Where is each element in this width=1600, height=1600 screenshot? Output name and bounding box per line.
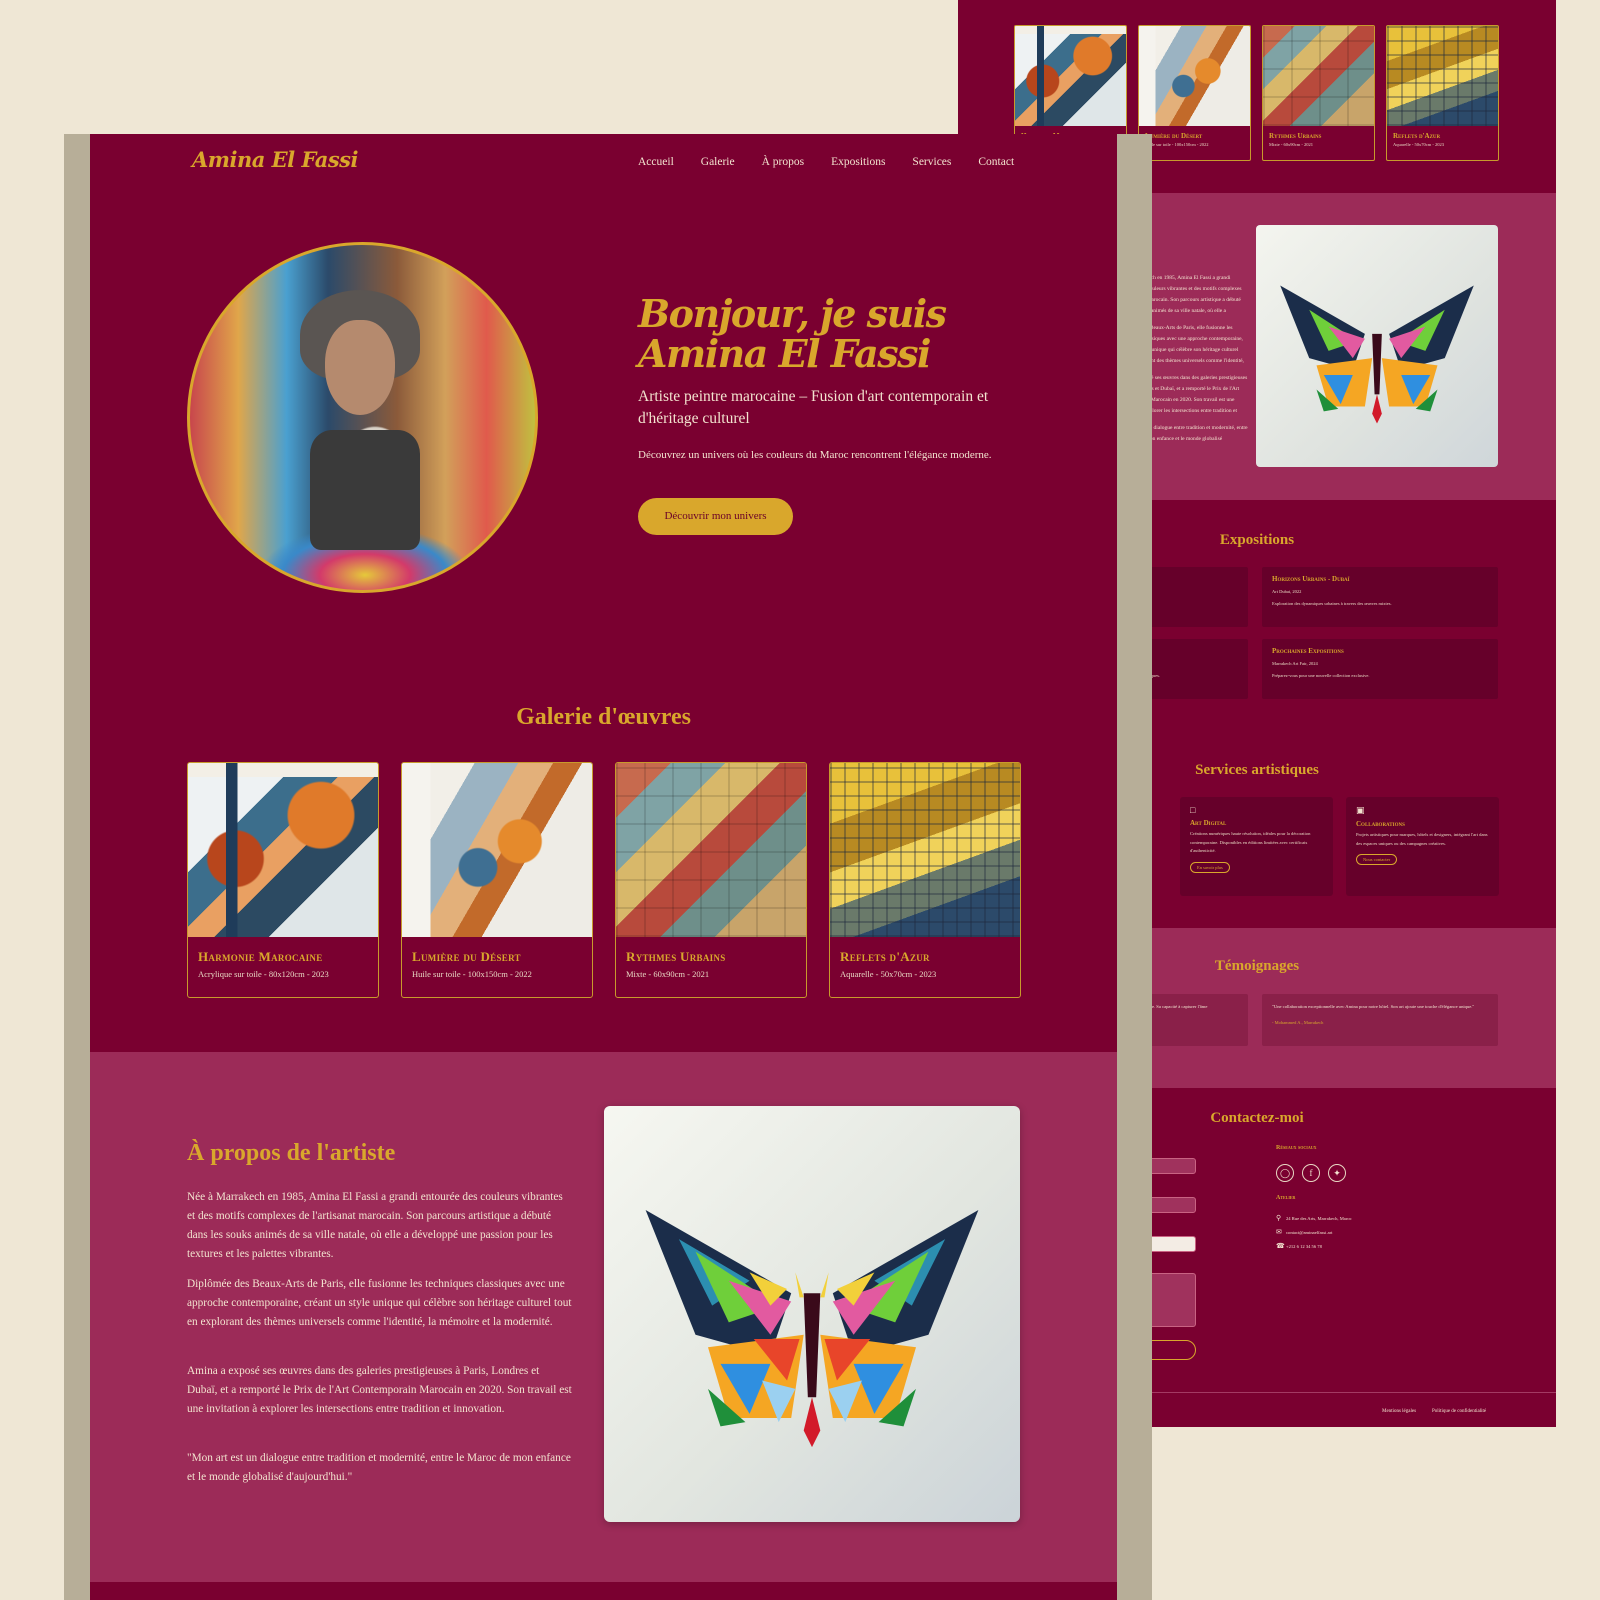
main-nav: Accueil Galerie À propos Expositions Ser… (638, 156, 1014, 168)
artwork-meta: Mixte - 60x90cm - 2021 (626, 969, 710, 979)
artwork-title: Reflets d'Azur (1393, 132, 1441, 140)
about-paragraph: Amina a exposé ses œuvres dans des galer… (187, 1365, 572, 1415)
gallery-card[interactable]: Harmonie Marocaine Acrylique sur toile -… (187, 762, 379, 998)
about-quote: "Mon art est un dialogue entre tradition… (187, 1452, 571, 1483)
atelier-label: Atelier (1276, 1195, 1296, 1201)
exposition-card: Horizons Urbains - Dubaï Art Dubai, 2022… (1262, 567, 1498, 627)
portrait-apron (310, 430, 420, 550)
site-logo[interactable]: Amina El Fassi (192, 147, 358, 172)
artwork-image (402, 763, 592, 937)
gallery-title: Galerie d'œuvres (516, 704, 691, 730)
artwork-meta: Huile sur toile - 100x150cm - 2022 (1145, 142, 1209, 147)
artwork-meta: Aquarelle - 50x70cm - 2023 (840, 969, 937, 979)
gallery-card[interactable]: Rythmes Urbains Mixte - 60x90cm - 2021 (615, 762, 807, 998)
artwork-title: Lumière du Désert (1145, 132, 1203, 140)
about-paragraph: Diplômée des Beaux-Arts de Paris, elle f… (187, 1278, 572, 1328)
location-icon: ⚲ (1276, 1214, 1282, 1222)
privacy-link[interactable]: Politique de confidentialité (1432, 1409, 1486, 1414)
facebook-icon[interactable]: f (1302, 1164, 1320, 1182)
artwork-meta: Mixte - 60x90cm - 2021 (1269, 142, 1313, 147)
gallery-card[interactable]: Reflets d'Azur Aquarelle - 50x70cm - 202… (829, 762, 1021, 998)
twitter-icon[interactable]: ✦ (1328, 1164, 1346, 1182)
gallery-card[interactable]: Lumière du Désert Huile sur toile - 100x… (401, 762, 593, 998)
butterfly-icon (645, 1210, 979, 1448)
service-card: ▣ Collaborations Projets artistiques pou… (1346, 797, 1499, 896)
monitor-icon: □ (1190, 805, 1196, 815)
discover-button[interactable]: Découvrir mon univers (638, 498, 793, 535)
artwork-image (830, 763, 1020, 937)
hero-description: Découvrez un univers où les couleurs du … (638, 449, 992, 461)
butterfly-artwork (604, 1106, 1020, 1522)
nav-contact[interactable]: Contact (978, 156, 1014, 168)
artwork-meta: Acrylique sur toile - 80x120cm - 2023 (198, 969, 329, 979)
hero-subtitle: Artiste peintre marocaine – Fusion d'art… (638, 388, 989, 427)
artwork-image (1263, 26, 1374, 126)
artwork-meta: Aquarelle - 50x70cm - 2023 (1393, 142, 1444, 147)
front-page-mockup: Amina El Fassi Accueil Galerie À propos … (90, 134, 1117, 1600)
briefcase-icon: ▣ (1356, 805, 1365, 815)
portrait-face (325, 320, 395, 415)
service-card: □ Art Digital Créations numériques haute… (1180, 797, 1333, 896)
artist-portrait (187, 242, 538, 593)
gallery-card-back[interactable]: Lumière du Désert Huile sur toile - 100x… (1138, 25, 1251, 161)
nav-galerie[interactable]: Galerie (701, 156, 735, 168)
gallery-card-back[interactable]: Reflets d'Azur Aquarelle - 50x70cm - 202… (1386, 25, 1499, 161)
about-title: À propos de l'artiste (187, 1140, 396, 1166)
contact-us-button[interactable]: Nous contacter (1356, 854, 1398, 865)
nav-a-propos[interactable]: À propos (762, 156, 805, 168)
artwork-title: Rythmes Urbains (626, 949, 726, 964)
nav-services[interactable]: Services (912, 156, 951, 168)
artwork-title: Harmonie Marocaine (198, 949, 323, 964)
butterfly-icon (1280, 285, 1474, 424)
gallery-title-back: Galerie d'œuvres (958, 0, 1556, 5)
hero-title: Bonjour, je suis Amina El Fassi (638, 291, 947, 376)
mail-icon: ✉ (1276, 1228, 1282, 1236)
artwork-title: Reflets d'Azur (840, 949, 930, 964)
phone-line: ☎+212 6 12 34 56 78 (1276, 1242, 1322, 1250)
artwork-image (1139, 26, 1250, 126)
butterfly-artwork (1256, 225, 1498, 467)
phone-icon: ☎ (1276, 1242, 1285, 1250)
nav-accueil[interactable]: Accueil (638, 156, 674, 168)
artwork-title: Rythmes Urbains (1269, 132, 1322, 140)
social-label: Réseaux sociaux (1276, 1145, 1317, 1151)
about-section: À propos de l'artiste Née à Marrakech en… (90, 1052, 1117, 1582)
artwork-image (1387, 26, 1498, 126)
testimonial-card: "Une collaboration exceptionnelle avec A… (1262, 994, 1498, 1046)
about-paragraph: Née à Marrakech en 1985, Amina El Fassi … (187, 1191, 563, 1260)
artwork-title: Lumière du Désert (412, 949, 521, 964)
instagram-icon[interactable]: ◯ (1276, 1164, 1294, 1182)
email-line: ✉ contact@aminaelfassi.art (1276, 1228, 1333, 1236)
artwork-image (1015, 26, 1126, 126)
artwork-meta: Huile sur toile - 100x150cm - 2022 (412, 969, 532, 979)
address-line: ⚲ 24 Rue des Arts, Marrakech, Maroc (1276, 1214, 1352, 1222)
artwork-image (616, 763, 806, 937)
artwork-image (188, 763, 378, 937)
gallery-card-back[interactable]: Rythmes Urbains Mixte - 60x90cm - 2021 (1262, 25, 1375, 161)
nav-expositions[interactable]: Expositions (831, 156, 885, 168)
learn-more-button[interactable]: En savoir plus (1190, 861, 1230, 873)
exposition-card: Prochaines Expositions Marrakech Art Fai… (1262, 639, 1498, 699)
legal-link[interactable]: Mentions légales (1382, 1409, 1416, 1414)
